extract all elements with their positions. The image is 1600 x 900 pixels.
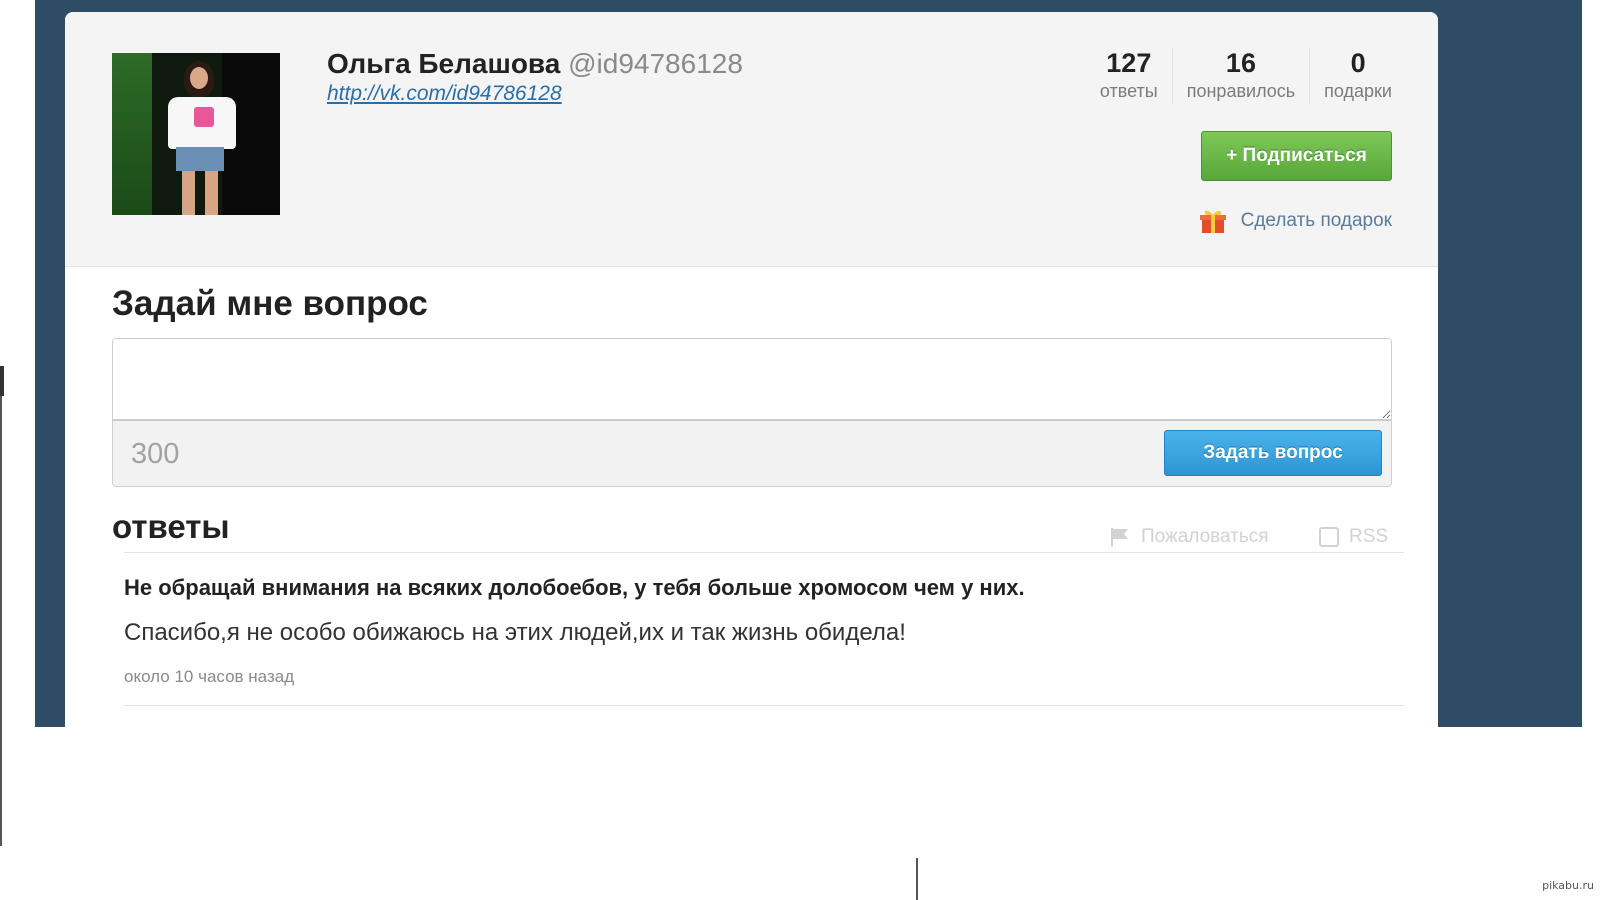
profile-name: Ольга Белашова: [327, 48, 561, 79]
stat-likes-label: понравилось: [1186, 81, 1296, 101]
watermark-label: pikabu.ru: [1542, 879, 1594, 892]
bottom-divider-line: [916, 858, 918, 900]
rss-link[interactable]: RSS: [1319, 526, 1388, 548]
avatar-background-left: [112, 53, 152, 215]
char-counter: 300: [131, 438, 180, 470]
stat-likes-value: 16: [1225, 48, 1256, 78]
profile-header: Ольга Белашова @id94786128 http://vk.com…: [65, 12, 1438, 267]
answers-divider-bottom: [124, 705, 1404, 706]
answers-divider-top: [124, 552, 1404, 553]
stat-gifts-label: подарки: [1324, 81, 1392, 101]
stat-gifts[interactable]: 0 подарки: [1309, 48, 1392, 104]
avatar-shorts: [176, 147, 224, 171]
answer-text: Спасибо,я не особо обижаюсь на этих люде…: [124, 619, 906, 646]
rss-label: RSS: [1349, 526, 1389, 547]
profile-stats: 127 ответы 16 понравилось 0 подарки: [1086, 48, 1392, 104]
ask-form: 300 Задать вопрос: [112, 338, 1392, 487]
profile-handle: @id94786128: [568, 48, 743, 79]
avatar-leg-right: [205, 171, 218, 215]
gift-icon: [1199, 210, 1226, 233]
avatar-leg-left: [182, 171, 195, 215]
answers-section-title: ответы: [112, 508, 230, 545]
profile-name-line: Ольга Белашова @id94786128: [327, 48, 743, 80]
left-edge-marker: [0, 366, 4, 396]
report-link[interactable]: Пожаловаться: [1109, 526, 1269, 548]
ask-title: Задай мне вопрос: [112, 284, 428, 323]
answer-timestamp[interactable]: около 10 часов назад: [124, 667, 294, 687]
answer-question: Не обращай внимания на всяких долобоебов…: [124, 575, 1025, 600]
stat-answers-label: ответы: [1099, 81, 1158, 101]
ask-question-button[interactable]: Задать вопрос: [1164, 430, 1382, 476]
avatar-face: [190, 67, 208, 89]
report-label: Пожаловаться: [1141, 526, 1269, 547]
profile-link[interactable]: http://vk.com/id94786128: [327, 82, 562, 106]
avatar[interactable]: [112, 53, 280, 215]
avatar-shirt-print: [194, 107, 214, 127]
stat-answers-value: 127: [1106, 48, 1152, 78]
stat-gifts-value: 0: [1350, 48, 1366, 78]
ask-form-footer: 300 Задать вопрос: [113, 421, 1391, 486]
stat-likes[interactable]: 16 понравилось: [1171, 48, 1309, 104]
follow-button[interactable]: + Подписаться: [1201, 131, 1392, 181]
question-input[interactable]: [113, 339, 1391, 421]
profile-card: Ольга Белашова @id94786128 http://vk.com…: [65, 12, 1438, 727]
rss-icon: [1319, 527, 1339, 547]
flag-icon: [1111, 528, 1128, 547]
stat-answers[interactable]: 127 ответы: [1086, 48, 1172, 104]
gift-link[interactable]: Сделать подарок: [1199, 208, 1392, 234]
gift-label: Сделать подарок: [1240, 210, 1392, 231]
left-edge-divider: [0, 368, 2, 846]
